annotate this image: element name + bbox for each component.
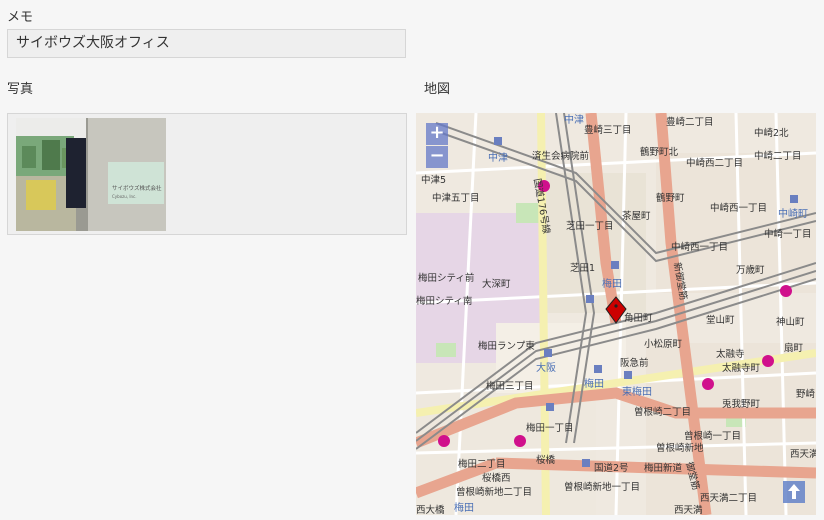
sign-text: サイボウズ株式会社 [112,184,162,192]
map-place: 梅田 [454,501,474,514]
map-place: 曾根崎新地二丁目 [456,486,532,498]
map-place: 扇町 [784,342,804,354]
map-view[interactable]: 中津 豊崎三丁目 豊崎二丁目 中崎2北 中津 済生会病院前 鶴野町北 中崎西二丁… [416,113,816,515]
map-place: 鶴野町北 [640,146,679,158]
map-place: 神山町 [776,316,805,328]
map-place: 西天満二丁目 [700,493,757,504]
photo-label: 写真 [7,82,34,97]
map-place: 西天満 [790,449,816,460]
map-place: 太融寺町 [722,362,761,374]
map-place: 豊崎三丁目 [584,124,632,136]
map-place: 万歳町 [736,264,765,276]
map-place: 梅田一丁目 [526,422,574,434]
map-place: 曽根崎新地一丁目 [564,481,640,493]
memo-label: メモ [7,10,34,25]
map-place: 桜橋西 [482,472,511,484]
map-place: 角田町 [624,312,653,324]
map-place: 梅田 [584,377,604,390]
map-place: 中崎二丁目 [754,150,802,162]
office-photo-thumbnail[interactable]: サイボウズ株式会社 Cybozu, Inc. [16,118,166,231]
map-place: 中津 [564,113,584,126]
map-place: 小松原町 [644,338,683,350]
map-place: 中津5 [421,174,446,186]
map-place: 東梅田 [622,385,652,398]
scroll-to-top-button[interactable] [783,481,805,503]
map-place: 桜橋 [536,454,556,466]
map-place: 済生会病院前 [532,150,589,162]
map-place: 梅田 [602,277,622,290]
map-place: 豊崎二丁目 [666,116,714,128]
map-place: 西大橋 [416,504,445,515]
map-place: 兎我野町 [722,399,761,410]
map-place: 曽根崎二丁目 [634,406,691,418]
memo-field: サイボウズ大阪オフィス [7,29,406,58]
map-place: 野崎 [796,388,816,400]
map-place: 中崎西一丁目 [671,241,728,253]
sign-subtext: Cybozu, Inc. [112,194,137,199]
map-place: 茶屋町 [622,210,651,222]
zoom-in-button[interactable]: + [426,123,448,145]
map-place: 中津五丁目 [432,192,480,204]
map-place: 曾根崎一丁目 [684,430,741,442]
map-place: 梅田二丁目 [458,458,506,470]
map-place: 西天満 [674,505,703,515]
map-place: 太融寺 [716,348,745,360]
map-place: 芝田一丁目 [566,220,614,232]
map-place: 中津 [488,151,508,164]
map-place: 梅田ランプ東 [478,340,535,352]
map-place: 梅田三丁目 [486,380,534,392]
photo-field: サイボウズ株式会社 Cybozu, Inc. [7,113,407,235]
map-place: 大深町 [482,278,511,290]
map-place: 梅田新道 [644,462,683,474]
map-label: 地図 [424,82,451,97]
map-place: 堂山町 [706,314,735,326]
map-place: 中崎西二丁目 [686,157,743,169]
map-place: 鶴野町 [656,192,685,204]
arrow-up-icon [788,484,800,499]
map-place: 曽根崎新地 [656,442,704,454]
map-place: 中崎一丁目 [764,228,812,240]
map-place: 梅田シティ南 [416,295,472,307]
map-place: 芝田1 [570,262,595,274]
map-place: 中崎西一丁目 [710,202,767,214]
map-place: 大阪 [536,361,556,374]
map-place: 阪急前 [620,357,649,369]
map-place: 国道2号 [594,462,629,474]
map-place: 梅田シティ前 [418,272,474,284]
map-place: 中崎2北 [754,127,789,139]
map-place: 中崎町 [778,207,808,220]
zoom-out-button[interactable]: − [426,146,448,168]
